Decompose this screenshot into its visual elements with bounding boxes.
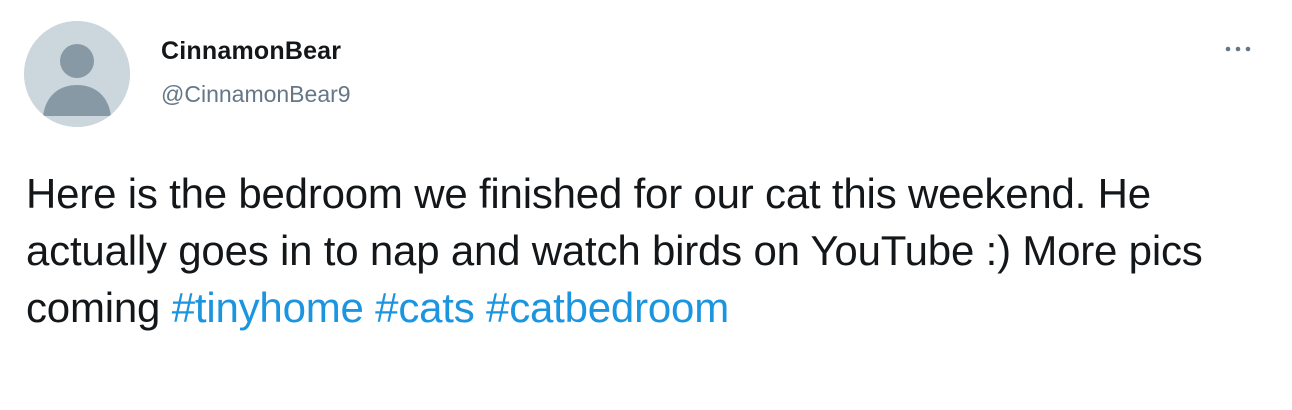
default-profile-icon <box>24 21 130 127</box>
avatar[interactable] <box>24 21 130 127</box>
display-name[interactable]: CinnamonBear <box>161 37 341 66</box>
user-handle[interactable]: @CinnamonBear9 <box>161 81 351 108</box>
hashtag-link[interactable]: #tinyhome <box>172 284 364 331</box>
tweet-card: CinnamonBear @CinnamonBear9 Here is the … <box>0 0 1292 410</box>
hashtag-link[interactable]: #cats <box>375 284 475 331</box>
more-options-button[interactable] <box>1218 36 1258 62</box>
hashtag-link[interactable]: #catbedroom <box>486 284 729 331</box>
tweet-text: Here is the bedroom we finished for our … <box>26 165 1266 336</box>
more-dots-icon <box>1225 46 1251 52</box>
